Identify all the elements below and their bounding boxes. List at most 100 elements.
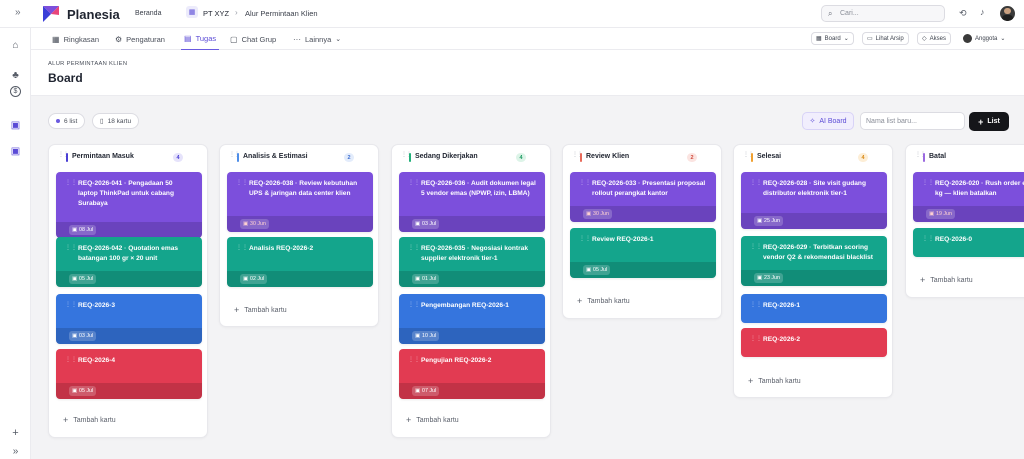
add-card-label: Tambah kartu	[758, 377, 801, 385]
card-footer: ▣ 23 Jun	[741, 270, 887, 286]
due-date-badge: ▣ 03 Jul	[412, 219, 440, 229]
task-card[interactable]: ⋮⋮ REQ-2026-042 · Quotation emas batangan…	[56, 237, 202, 287]
add-card-button[interactable]: + Tambah kartu	[406, 415, 459, 425]
drag-handle-icon[interactable]: ⋮⋮	[750, 244, 762, 250]
expand-sidebar-icon[interactable]: »	[15, 7, 21, 18]
drag-handle-icon[interactable]: ⋮⋮	[65, 245, 77, 251]
due-date-badge: ▣ 30 Jun	[240, 219, 269, 229]
nav-home-link[interactable]: Beranda	[135, 10, 161, 17]
task-card[interactable]: ⋮⋮ REQ-2026-033 · Presentasi proposal rol…	[570, 172, 716, 222]
dollar-icon[interactable]: $	[10, 86, 21, 97]
bell-icon[interactable]: ♪	[980, 7, 985, 17]
task-card[interactable]: ⋮⋮ Pengembangan REQ-2026-1 ▣ 10 Jul	[399, 294, 545, 344]
left-rail: ⌂ ♣ $ ▣ ▣ + »	[0, 28, 31, 459]
calendar-icon: ▣	[757, 275, 763, 281]
drag-handle-icon[interactable]: ⋮⋮	[579, 180, 591, 186]
add-card-button[interactable]: + Tambah kartu	[234, 305, 287, 315]
tab-pengaturan[interactable]: ⚙ Pengaturan	[115, 28, 165, 50]
search-box[interactable]: ⌕ Cari...	[821, 5, 945, 22]
add-card-button[interactable]: + Tambah kartu	[577, 296, 630, 306]
history-icon[interactable]: ⟲	[959, 8, 967, 19]
add-card-button[interactable]: + Tambah kartu	[748, 376, 801, 386]
drag-handle-icon[interactable]: ⋮⋮	[236, 245, 248, 251]
drag-handle-icon[interactable]: ⋮⋮	[922, 180, 934, 186]
task-card[interactable]: ⋮⋮ REQ-2026-4 ▣ 05 Jul	[56, 349, 202, 399]
column-count-badge: 4	[858, 153, 868, 162]
org-chart-icon[interactable]: ♣	[8, 68, 23, 83]
archive-button[interactable]: ▭ Lihat Arsip	[862, 32, 909, 45]
user-avatar[interactable]	[1000, 6, 1015, 21]
home-icon[interactable]: ⌂	[8, 38, 23, 53]
board-column: ⋮⋮ Analisis & Estimasi 2 ⋮⋮ REQ-2026-038 · R…	[219, 144, 379, 327]
due-date: 10 Jul	[422, 333, 437, 339]
card-footer: ▣ 30 Jun	[227, 216, 373, 232]
search-input[interactable]: Cari...	[840, 10, 859, 17]
expand-icon[interactable]: »	[8, 444, 23, 459]
drag-handle-icon[interactable]: ⋮⋮	[65, 180, 77, 186]
drag-handle-icon[interactable]: ⋮⋮	[922, 236, 934, 242]
board-nav-icon[interactable]: ▣	[8, 118, 23, 133]
ai-board-button[interactable]: ✧ AI Board	[802, 112, 854, 130]
task-card[interactable]: ⋮⋮ REQ-2026-036 · Audit dokumen legal 5 v…	[399, 172, 545, 232]
add-list-button[interactable]: + List	[969, 112, 1009, 131]
drag-handle-icon[interactable]: ⋮⋮	[401, 152, 412, 161]
task-card[interactable]: ⋮⋮ Pengujian REQ-2026-2 ▣ 07 Jul	[399, 349, 545, 399]
drag-handle-icon[interactable]: ⋮⋮	[236, 180, 248, 186]
drag-handle-icon[interactable]: ⋮⋮	[915, 152, 926, 161]
drag-handle-icon[interactable]: ⋮⋮	[408, 302, 420, 308]
drag-handle-icon[interactable]: ⋮⋮	[572, 152, 583, 161]
column-title: Selesai	[757, 153, 782, 160]
members-button[interactable]: Anggota ⌄	[959, 32, 1010, 45]
new-list-input[interactable]: Nama list baru...	[860, 112, 965, 130]
drag-handle-icon[interactable]: ⋮⋮	[408, 180, 420, 186]
card-footer: ▣ 05 Jul	[570, 262, 716, 278]
tab-ringkasan[interactable]: ▦ Ringkasan	[52, 28, 99, 50]
card-title: REQ-2026-2	[763, 336, 801, 343]
column-title: Batal	[929, 153, 947, 160]
add-card-label: Tambah kartu	[587, 297, 630, 305]
tab-tugas[interactable]: ▤ Tugas	[181, 28, 220, 50]
drag-handle-icon[interactable]: ⋮⋮	[58, 152, 69, 161]
task-card[interactable]: ⋮⋮ Analisis REQ-2026-2 ▣ 02 Jul	[227, 237, 373, 287]
due-date: 03 Jul	[79, 333, 94, 339]
drag-handle-icon[interactable]: ⋮⋮	[579, 236, 591, 242]
task-card[interactable]: ⋮⋮ Review REQ-2026-1 ▣ 05 Jul	[570, 228, 716, 278]
chat-icon: ▢	[230, 34, 238, 44]
task-card[interactable]: ⋮⋮ REQ-2026-1	[741, 294, 887, 323]
breadcrumb-page[interactable]: Alur Permintaan Klien	[245, 9, 318, 18]
view-select[interactable]: ▦ Board ⌄	[811, 32, 854, 45]
task-card[interactable]: ⋮⋮REQ-2026-020 · Rush order emas 1 kg — …	[913, 172, 1024, 222]
drag-handle-icon[interactable]: ⋮⋮	[65, 302, 77, 308]
card-icon: ▯	[100, 118, 104, 125]
add-card-button[interactable]: + Tambah kartu	[63, 415, 116, 425]
drag-handle-icon[interactable]: ⋮⋮	[65, 357, 77, 363]
drag-handle-icon[interactable]: ⋮⋮	[408, 245, 420, 251]
tab-label: Ringkasan	[63, 34, 100, 44]
task-card[interactable]: ⋮⋮ REQ-2026-0	[913, 228, 1024, 257]
column-color-bar	[237, 153, 239, 162]
task-card[interactable]: ⋮⋮ REQ-2026-3 ▣ 03 Jul	[56, 294, 202, 344]
task-card[interactable]: ⋮⋮ REQ-2026-041 · Pengadaan 50 laptop Thi…	[56, 172, 202, 238]
drag-handle-icon[interactable]: ⋮⋮	[743, 152, 754, 161]
task-card[interactable]: ⋮⋮ REQ-2026-035 · Negosiasi kontrak suppl…	[399, 237, 545, 287]
task-card[interactable]: ⋮⋮ REQ-2026-029 · Terbitkan scoring vendo…	[741, 236, 887, 286]
task-card[interactable]: ⋮⋮ REQ-2026-028 · Site visit gudang distr…	[741, 172, 887, 229]
breadcrumb-org[interactable]: PT XYZ	[203, 9, 229, 18]
drag-handle-icon[interactable]: ⋮⋮	[750, 180, 762, 186]
due-date-badge: ▣ 03 Jul	[69, 331, 97, 341]
add-card-button[interactable]: + Tambah kartu	[920, 275, 973, 285]
task-card[interactable]: ⋮⋮ REQ-2026-038 · Review kebutuhan UPS & …	[227, 172, 373, 232]
drag-handle-icon[interactable]: ⋮⋮	[408, 357, 420, 363]
board-nav-icon-2[interactable]: ▣	[8, 144, 23, 159]
drag-handle-icon[interactable]: ⋮⋮	[750, 302, 762, 308]
task-card[interactable]: ⋮⋮ REQ-2026-2	[741, 328, 887, 357]
tab-chat-grup[interactable]: ▢ Chat Grup	[230, 28, 276, 50]
chevron-down-icon: ⌄	[1000, 36, 1006, 42]
drag-handle-icon[interactable]: ⋮⋮	[750, 336, 762, 342]
add-icon[interactable]: +	[8, 425, 23, 440]
tab-lainnya[interactable]: ··· Lainnya ⌄	[293, 28, 341, 50]
access-button[interactable]: ◇ Akses	[917, 32, 951, 45]
drag-handle-icon[interactable]: ⋮⋮	[229, 152, 240, 161]
due-date: 01 Jul	[422, 276, 437, 282]
tab-label: Pengaturan	[126, 34, 165, 44]
